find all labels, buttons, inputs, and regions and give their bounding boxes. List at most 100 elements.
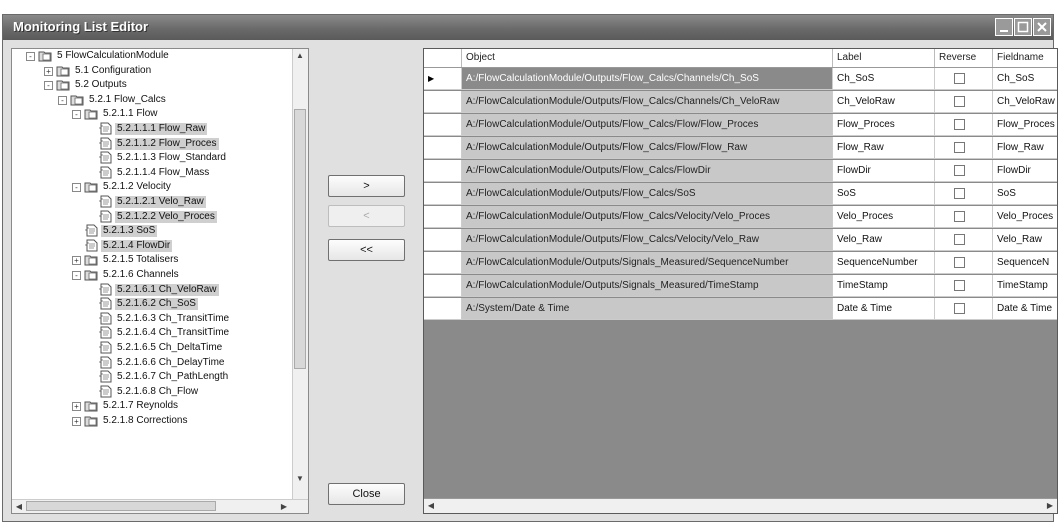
- cell-reverse[interactable]: [935, 160, 993, 182]
- row-indicator[interactable]: [424, 206, 462, 228]
- cell-label[interactable]: SequenceNumber: [833, 252, 935, 274]
- tree-vertical-scrollbar[interactable]: ▲ ▼: [292, 49, 308, 501]
- scroll-down-icon[interactable]: ▼: [294, 473, 306, 485]
- collapse-icon[interactable]: -: [44, 81, 53, 91]
- column-header-object[interactable]: Object: [462, 49, 833, 67]
- tree-vertical-scroll-thumb[interactable]: [294, 109, 306, 369]
- cell-reverse[interactable]: [935, 206, 993, 228]
- row-indicator[interactable]: [424, 275, 462, 297]
- row-indicator[interactable]: [424, 298, 462, 320]
- column-header-fieldname[interactable]: Fieldname: [993, 49, 1057, 67]
- cell-object[interactable]: A:/FlowCalculationModule/Outputs/Signals…: [462, 252, 833, 274]
- remove-button[interactable]: <: [328, 205, 405, 227]
- table-row[interactable]: ▶ A:/FlowCalculationModule/Outputs/Flow_C…: [424, 68, 1057, 90]
- expand-icon[interactable]: +: [72, 256, 81, 266]
- cell-fieldname[interactable]: SequenceN: [993, 252, 1057, 274]
- close-button[interactable]: Close: [328, 483, 405, 505]
- scroll-left-icon[interactable]: ◀: [425, 500, 437, 512]
- table-row[interactable]: A:/FlowCalculationModule/Outputs/Flow_Ca…: [424, 91, 1057, 113]
- reverse-checkbox[interactable]: [954, 303, 965, 314]
- cell-label[interactable]: Velo_Proces: [833, 206, 935, 228]
- cell-label[interactable]: Ch_SoS: [833, 68, 935, 90]
- cell-fieldname[interactable]: TimeStamp: [993, 275, 1057, 297]
- collapse-icon[interactable]: -: [72, 271, 81, 280]
- reverse-checkbox[interactable]: [954, 73, 965, 84]
- row-indicator[interactable]: [424, 252, 462, 274]
- cell-object[interactable]: A:/FlowCalculationModule/Outputs/Flow_Ca…: [462, 229, 833, 251]
- cell-label[interactable]: Flow_Proces: [833, 114, 935, 136]
- tree-horizontal-scroll-thumb[interactable]: [26, 501, 216, 511]
- cell-object[interactable]: A:/FlowCalculationModule/Outputs/Flow_Ca…: [462, 114, 833, 136]
- cell-object[interactable]: A:/FlowCalculationModule/Outputs/Flow_Ca…: [462, 137, 833, 159]
- scroll-up-icon[interactable]: ▲: [294, 50, 306, 62]
- expand-icon[interactable]: +: [72, 417, 81, 426]
- row-indicator[interactable]: [424, 137, 462, 159]
- add-button[interactable]: >: [328, 175, 405, 197]
- collapse-icon[interactable]: -: [72, 183, 81, 193]
- scroll-left-icon[interactable]: ◀: [13, 501, 25, 513]
- cell-fieldname[interactable]: SoS: [993, 183, 1057, 205]
- cell-reverse[interactable]: [935, 91, 993, 113]
- row-indicator[interactable]: [424, 160, 462, 182]
- table-row[interactable]: A:/FlowCalculationModule/Outputs/Flow_Ca…: [424, 160, 1057, 182]
- cell-reverse[interactable]: [935, 298, 993, 320]
- column-header-reverse[interactable]: Reverse: [935, 49, 993, 67]
- cell-label[interactable]: Velo_Raw: [833, 229, 935, 251]
- cell-fieldname[interactable]: Flow_Proces: [993, 114, 1057, 136]
- cell-fieldname[interactable]: Ch_SoS: [993, 68, 1057, 90]
- reverse-checkbox[interactable]: [954, 280, 965, 291]
- cell-label[interactable]: Ch_VeloRaw: [833, 91, 935, 113]
- reverse-checkbox[interactable]: [954, 119, 965, 130]
- cell-reverse[interactable]: [935, 68, 993, 90]
- row-indicator[interactable]: [424, 114, 462, 136]
- row-indicator[interactable]: [424, 91, 462, 113]
- cell-object[interactable]: A:/FlowCalculationModule/Outputs/Flow_Ca…: [462, 68, 833, 90]
- cell-label[interactable]: Flow_Raw: [833, 137, 935, 159]
- close-window-button[interactable]: [1033, 18, 1051, 36]
- row-indicator[interactable]: [424, 229, 462, 251]
- tree-horizontal-scrollbar[interactable]: ◀ ▶: [12, 499, 308, 513]
- table-row[interactable]: A:/FlowCalculationModule/Outputs/Signals…: [424, 252, 1057, 274]
- cell-reverse[interactable]: [935, 275, 993, 297]
- row-indicator[interactable]: ▶: [424, 68, 462, 90]
- row-indicator[interactable]: [424, 183, 462, 205]
- collapse-icon[interactable]: -: [58, 95, 67, 105]
- cell-object[interactable]: A:/System/Date & Time: [462, 298, 833, 320]
- column-header-label[interactable]: Label: [833, 49, 935, 67]
- table-row[interactable]: A:/FlowCalculationModule/Outputs/Flow_Ca…: [424, 137, 1057, 159]
- cell-label[interactable]: Date & Time: [833, 298, 935, 320]
- scroll-right-icon[interactable]: ▶: [278, 501, 290, 513]
- monitoring-grid[interactable]: Object Label Reverse Fieldname ▶ A:/FlowC…: [423, 48, 1058, 514]
- module-tree[interactable]: - 5 FlowCalculationModule +5.1 Configurati…: [11, 48, 309, 514]
- cell-reverse[interactable]: [935, 137, 993, 159]
- table-row[interactable]: A:/FlowCalculationModule/Outputs/Flow_Ca…: [424, 114, 1057, 136]
- cell-reverse[interactable]: [935, 229, 993, 251]
- cell-reverse[interactable]: [935, 183, 993, 205]
- title-bar[interactable]: Monitoring List Editor: [3, 15, 1053, 40]
- collapse-icon[interactable]: -: [26, 52, 35, 61]
- cell-object[interactable]: A:/FlowCalculationModule/Outputs/Flow_Ca…: [462, 183, 833, 205]
- cell-fieldname[interactable]: Ch_VeloRaw: [993, 91, 1057, 113]
- collapse-icon[interactable]: -: [72, 110, 81, 120]
- table-row[interactable]: A:/FlowCalculationModule/Outputs/Flow_Ca…: [424, 183, 1057, 205]
- cell-fieldname[interactable]: Flow_Raw: [993, 137, 1057, 159]
- grid-horizontal-scrollbar[interactable]: ◀ ▶: [424, 498, 1057, 513]
- reverse-checkbox[interactable]: [954, 211, 965, 222]
- minimize-button[interactable]: [995, 18, 1013, 36]
- cell-object[interactable]: A:/FlowCalculationModule/Outputs/Flow_Ca…: [462, 206, 833, 228]
- reverse-checkbox[interactable]: [954, 142, 965, 153]
- cell-label[interactable]: SoS: [833, 183, 935, 205]
- table-row[interactable]: A:/FlowCalculationModule/Outputs/Flow_Ca…: [424, 229, 1057, 251]
- cell-fieldname[interactable]: Velo_Proces: [993, 206, 1057, 228]
- cell-reverse[interactable]: [935, 114, 993, 136]
- cell-object[interactable]: A:/FlowCalculationModule/Outputs/Signals…: [462, 275, 833, 297]
- expand-icon[interactable]: +: [72, 402, 81, 412]
- cell-fieldname[interactable]: Date & Time: [993, 298, 1057, 320]
- table-row[interactable]: A:/FlowCalculationModule/Outputs/Signals…: [424, 275, 1057, 297]
- cell-label[interactable]: FlowDir: [833, 160, 935, 182]
- expand-icon[interactable]: +: [44, 66, 53, 76]
- cell-object[interactable]: A:/FlowCalculationModule/Outputs/Flow_Ca…: [462, 91, 833, 113]
- table-row[interactable]: A:/System/Date & Time Date & Time Date & T…: [424, 298, 1057, 320]
- reverse-checkbox[interactable]: [954, 234, 965, 245]
- reverse-checkbox[interactable]: [954, 188, 965, 199]
